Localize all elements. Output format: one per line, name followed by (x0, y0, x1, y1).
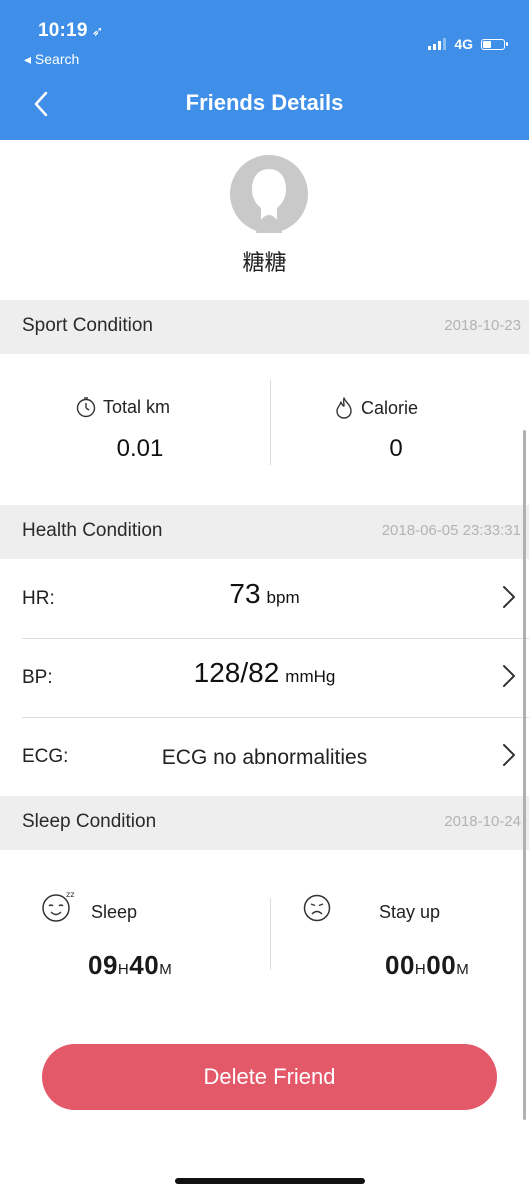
sleep-hours: 09 (88, 950, 118, 980)
page-title: Friends Details (185, 90, 344, 115)
sleep-hours-unit: H (117, 961, 130, 978)
calorie-label-text: Calorie (361, 397, 419, 418)
stay-up-label: Stay up (379, 902, 441, 922)
status-time: 10:19 ➶ (38, 20, 104, 42)
stopwatch-icon (76, 397, 96, 418)
stay-up-duration: 00H00M (385, 950, 469, 981)
battery-icon (481, 38, 508, 50)
delete-friend-button[interactable]: Delete Friend (42, 1044, 497, 1110)
ecg-value: ECG no abnormalities (161, 746, 368, 769)
sleep-label: Sleep (91, 902, 138, 922)
stay-up-minutes-unit: M (456, 961, 470, 978)
ecg-row[interactable]: ECG: ECG no abnormalities (0, 718, 529, 796)
health-section-title: Health Condition (22, 520, 163, 541)
sleep-divider (270, 898, 271, 970)
sleep-minutes: 40 (129, 950, 160, 980)
sleeping-face-icon: zz (42, 890, 74, 922)
sleep-section-title: Sleep Condition (22, 811, 157, 832)
avatar-icon (230, 155, 308, 233)
header-bar: 10:19 ➶ ◂ Search 4G Friends Details (0, 0, 529, 140)
bp-row[interactable]: BP: 128/82 mmHg (0, 639, 529, 717)
sport-section-date: 2018-10-23 (444, 317, 521, 334)
health-section-date: 2018-06-05 23:33:31 (381, 522, 521, 539)
stay-up-hours-unit: H (414, 961, 427, 978)
sleep-duration: 09H40M (88, 950, 172, 981)
scrollbar[interactable] (523, 430, 526, 1120)
total-km-label-text: Total km (103, 396, 171, 417)
health-section-header: Health Condition 2018-06-05 23:33:31 (0, 505, 529, 559)
svg-text:zz: zz (66, 890, 74, 899)
calorie-label: Calorie (333, 396, 418, 420)
hr-value: 73 bpm (0, 578, 529, 610)
chevron-right-icon (503, 744, 515, 766)
calorie-value: 0 (389, 435, 403, 462)
signal-icon (428, 38, 447, 50)
total-km-value: 0.01 (116, 435, 164, 462)
sad-face-icon (303, 894, 331, 922)
hr-unit: bpm (266, 588, 300, 607)
hr-number: 73 (229, 578, 261, 609)
hr-row[interactable]: HR: 73 bpm (0, 560, 529, 638)
status-time-text: 10:19 (38, 20, 88, 41)
bp-unit: mmHg (285, 667, 336, 686)
bp-number: 128/82 (193, 657, 280, 688)
chevron-right-icon (503, 665, 515, 687)
friends-details-screen: 10:19 ➶ ◂ Search 4G Friends Details 糖糖 Sp… (0, 0, 529, 1194)
total-km-label: Total km (75, 396, 170, 418)
sport-divider (270, 380, 271, 465)
chevron-right-icon (503, 586, 515, 608)
status-back-to-app[interactable]: ◂ Search (24, 51, 79, 68)
bp-value: 128/82 mmHg (0, 657, 529, 689)
stay-up-hours: 00 (385, 950, 415, 980)
sport-section-header: Sport Condition 2018-10-23 (0, 300, 529, 354)
sleep-section-header: Sleep Condition 2018-10-24 (0, 796, 529, 850)
flame-icon (336, 397, 352, 419)
sleep-section-date: 2018-10-24 (444, 813, 521, 830)
stay-up-minutes: 00 (426, 950, 457, 980)
status-indicators: 4G (428, 36, 508, 52)
home-indicator[interactable] (175, 1178, 365, 1184)
sleep-minutes-unit: M (159, 961, 173, 978)
sport-section-title: Sport Condition (22, 315, 153, 336)
friend-name: 糖糖 (242, 250, 287, 275)
network-type: 4G (454, 36, 473, 52)
location-arrow-icon: ➶ (91, 23, 104, 39)
